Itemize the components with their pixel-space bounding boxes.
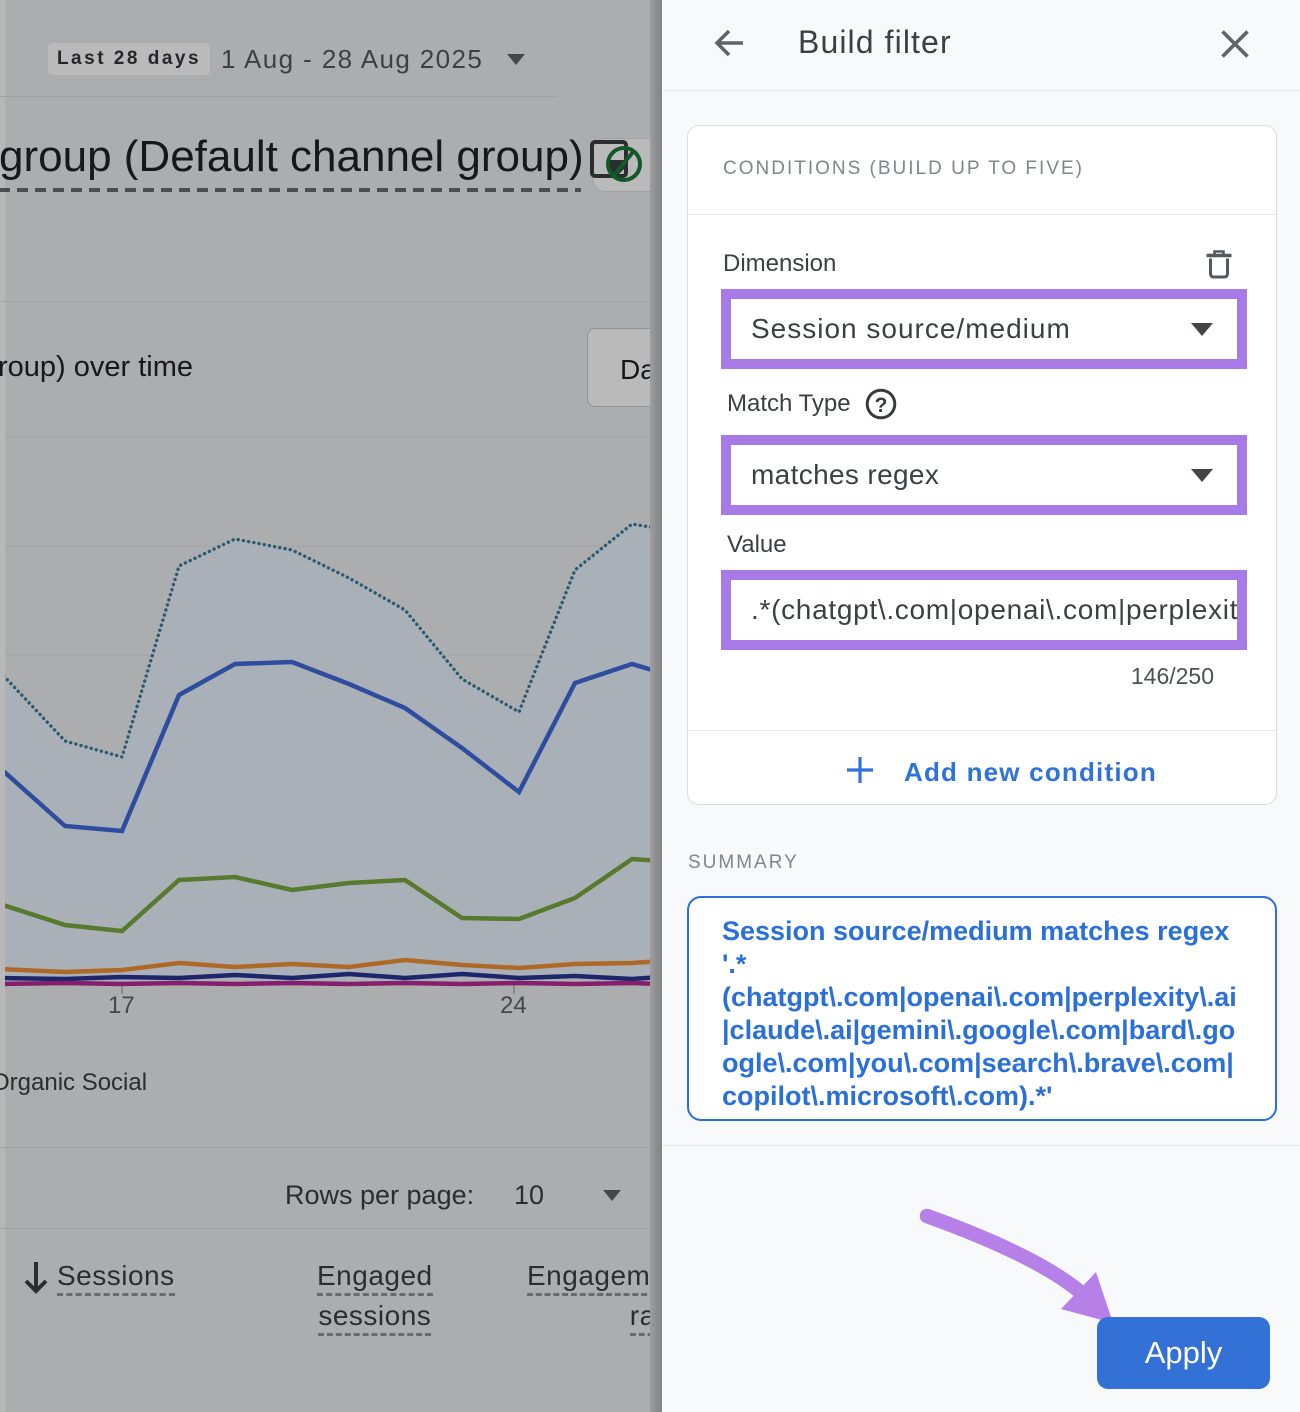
svg-text:?: ? [875,394,888,417]
